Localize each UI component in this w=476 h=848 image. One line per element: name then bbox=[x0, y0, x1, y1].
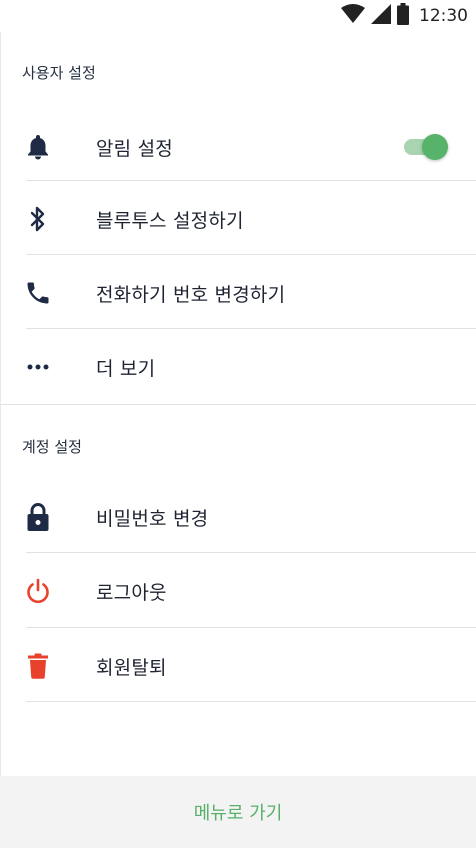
lock-icon bbox=[22, 501, 54, 533]
power-icon bbox=[22, 575, 54, 607]
notification-toggle[interactable] bbox=[402, 133, 450, 161]
trash-icon bbox=[22, 650, 54, 682]
go-to-menu-label: 메뉴로 가기 bbox=[193, 803, 283, 824]
divider bbox=[26, 701, 476, 702]
toggle-thumb bbox=[422, 134, 448, 160]
settings-item-label: 로그아웃 bbox=[96, 581, 167, 604]
section-header-account-settings: 계정 설정 bbox=[22, 438, 82, 456]
wifi-icon bbox=[341, 4, 365, 28]
settings-item-label: 비밀번호 변경 bbox=[96, 507, 209, 530]
status-icons: 12:30 bbox=[341, 3, 468, 29]
settings-item-delete-account[interactable]: 회원탈퇴 bbox=[0, 629, 476, 703]
more-dots-icon bbox=[22, 351, 54, 383]
divider bbox=[26, 552, 476, 553]
settings-item-phone-number[interactable]: 전화하기 번호 변경하기 bbox=[0, 256, 476, 330]
bluetooth-icon bbox=[22, 203, 54, 235]
status-bar: 12:30 bbox=[0, 0, 476, 32]
settings-item-label: 블루투스 설정하기 bbox=[96, 209, 244, 232]
status-time: 12:30 bbox=[419, 6, 468, 26]
settings-item-label: 전화하기 번호 변경하기 bbox=[96, 283, 286, 306]
settings-item-change-password[interactable]: 비밀번호 변경 bbox=[0, 480, 476, 554]
signal-icon bbox=[371, 4, 391, 28]
section-divider bbox=[0, 404, 476, 405]
battery-icon bbox=[397, 3, 409, 29]
divider bbox=[26, 254, 476, 255]
settings-item-label: 더 보기 bbox=[96, 357, 156, 380]
bell-icon bbox=[22, 131, 54, 163]
settings-item-label: 회원탈퇴 bbox=[96, 656, 167, 679]
section-header-user-settings: 사용자 설정 bbox=[22, 64, 96, 82]
divider bbox=[26, 328, 476, 329]
settings-item-bluetooth[interactable]: 블루투스 설정하기 bbox=[0, 182, 476, 256]
divider bbox=[26, 627, 476, 628]
settings-item-label: 알림 설정 bbox=[96, 137, 173, 160]
settings-item-more[interactable]: 더 보기 bbox=[0, 330, 476, 404]
settings-item-logout[interactable]: 로그아웃 bbox=[0, 554, 476, 628]
phone-icon bbox=[22, 277, 54, 309]
go-to-menu-button[interactable]: 메뉴로 가기 bbox=[0, 776, 476, 848]
divider bbox=[26, 180, 476, 181]
